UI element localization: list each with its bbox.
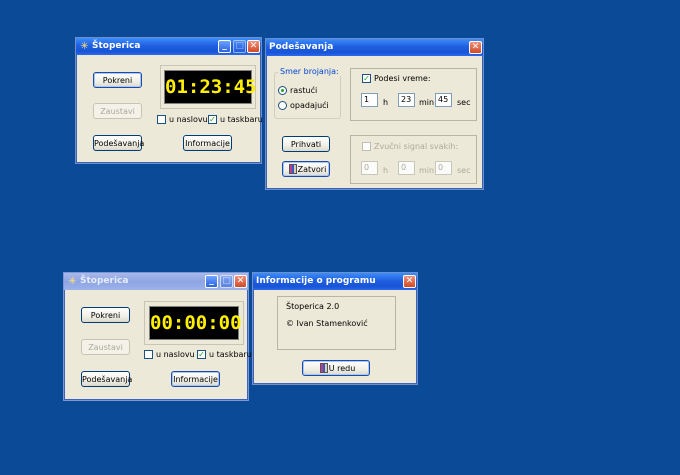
title-checkbox-label: u naslovu — [169, 115, 208, 124]
sound-minutes-unit: min — [419, 166, 435, 175]
sound-hours-input: 0 — [361, 161, 378, 175]
settings-button[interactable]: Podešavanja — [93, 135, 144, 151]
window-title: Štoperica — [92, 41, 141, 51]
author-credit: © Ivan Stamenković — [286, 319, 368, 328]
exit-door-icon — [289, 164, 297, 174]
settings-button[interactable]: Podešavanja — [81, 371, 132, 387]
seconds-input[interactable]: 45 — [435, 93, 452, 107]
minimize-button[interactable]: _ — [218, 40, 231, 53]
start-button[interactable]: Pokreni — [93, 72, 142, 88]
stopwatch-window-top: ✳ Štoperica _ □ ✕ Pokreni Zaustavi 01:23… — [75, 37, 263, 164]
maximize-button: □ — [233, 40, 246, 53]
stop-button: Zaustavi — [81, 339, 130, 355]
sound-seconds-unit: sec — [457, 166, 471, 175]
about-close-button[interactable]: ✕ — [403, 275, 416, 288]
about-title: Informacije o programu — [256, 276, 376, 286]
radio-ascending-label: rastući — [290, 86, 318, 95]
taskbar-checkbox-label: u taskbaru — [209, 350, 252, 359]
title-checkbox[interactable] — [144, 350, 153, 359]
about-titlebar[interactable]: Informacije o programu ✕ — [253, 273, 417, 290]
start-button[interactable]: Pokreni — [81, 307, 130, 323]
set-time-checkbox[interactable]: ✓ — [362, 74, 371, 83]
close-dialog-button[interactable]: Zatvori — [282, 161, 330, 177]
radio-descending[interactable] — [278, 101, 287, 110]
close-button[interactable]: ✕ — [247, 40, 260, 53]
set-time-label: Podesi vreme: — [374, 74, 431, 83]
minutes-input[interactable]: 23 — [398, 93, 415, 107]
sound-label: Zvučni signal svakih: — [374, 142, 459, 151]
settings-close-button[interactable]: ✕ — [469, 41, 482, 54]
taskbar-checkbox-label: u taskbaru — [220, 115, 263, 124]
info-button[interactable]: Informacije — [171, 371, 220, 387]
title-checkbox[interactable] — [157, 115, 166, 124]
exit-door-icon — [320, 363, 328, 373]
time-display: 00:00:00 — [149, 306, 242, 340]
seconds-unit: sec — [457, 98, 471, 107]
info-button[interactable]: Informacije — [183, 135, 232, 151]
stopwatch-window-bottom: ✳ Štoperica _ □ ✕ Pokreni Zaustavi 00:00… — [63, 272, 252, 401]
taskbar-checkbox[interactable]: ✓ — [208, 115, 217, 124]
radio-descending-label: opadajući — [290, 101, 329, 110]
accept-button[interactable]: Prihvati — [282, 136, 330, 152]
window-title: Štoperica — [80, 276, 129, 286]
close-button[interactable]: ✕ — [234, 275, 247, 288]
app-icon: ✳ — [80, 41, 89, 52]
settings-title: Podešavanja — [269, 42, 334, 52]
title-checkbox-label: u naslovu — [156, 350, 195, 359]
settings-dialog: Podešavanja ✕ Smer brojanja: rastući opa… — [265, 38, 484, 190]
hours-unit: h — [383, 98, 389, 107]
taskbar-checkbox[interactable]: ✓ — [197, 350, 206, 359]
direction-group-title: Smer brojanja: — [278, 67, 341, 76]
sound-hours-unit: h — [383, 166, 389, 175]
direction-group — [274, 72, 341, 119]
sound-minutes-input: 0 — [398, 161, 415, 175]
time-display: 01:23:45 — [164, 70, 257, 104]
app-icon: ✳ — [68, 276, 77, 287]
hours-input[interactable]: 1 — [361, 93, 378, 107]
minutes-unit: min — [419, 98, 435, 107]
radio-ascending[interactable] — [278, 86, 287, 95]
sound-checkbox[interactable] — [362, 142, 371, 151]
maximize-button: □ — [220, 275, 233, 288]
stopwatch-titlebar[interactable]: ✳ Štoperica _ □ ✕ — [76, 38, 261, 55]
ok-button[interactable]: U redu — [302, 360, 370, 376]
settings-titlebar[interactable]: Podešavanja ✕ — [266, 39, 483, 56]
minimize-button[interactable]: _ — [205, 275, 218, 288]
sound-seconds-input: 0 — [435, 161, 452, 175]
app-version: Štoperica 2.0 — [286, 302, 340, 311]
about-dialog: Informacije o programu ✕ Štoperica 2.0 ©… — [252, 272, 418, 385]
stop-button: Zaustavi — [93, 103, 142, 119]
stopwatch-titlebar-bottom[interactable]: ✳ Štoperica _ □ ✕ — [64, 273, 248, 290]
